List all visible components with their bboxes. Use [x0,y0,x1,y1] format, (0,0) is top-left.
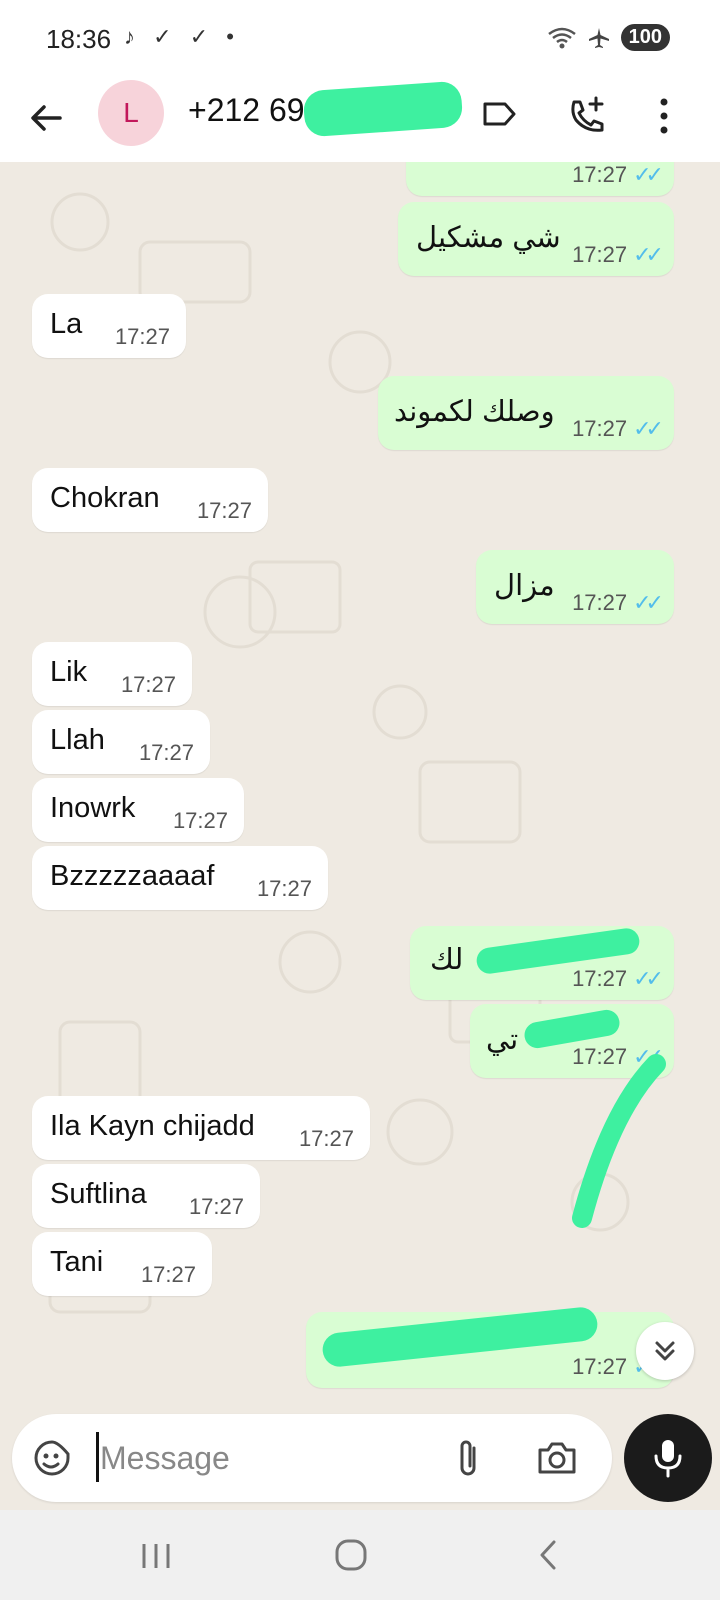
read-ticks-icon: ✓✓ [633,966,664,991]
message-time: 17:27 [298,1126,354,1151]
message-time: 17:27 [572,1354,628,1379]
avatar-letter: L [123,97,139,128]
message-text: Inowrk [50,792,136,824]
attach-icon[interactable] [454,1436,482,1480]
add-call-icon[interactable] [566,94,610,138]
recent-apps-icon[interactable] [138,1540,174,1572]
home-icon[interactable] [334,1538,368,1572]
camera-icon[interactable] [536,1438,578,1478]
outgoing-message[interactable]: شي مشكيل 17:27 ✓✓ [398,202,674,276]
double-chevron-down-icon [655,1341,675,1361]
chat-header: L +212 69 [0,80,720,162]
incoming-message[interactable]: Inowrk 17:27 [32,778,244,842]
scroll-to-bottom-button[interactable] [636,1322,694,1380]
read-ticks-icon: ✓✓ [633,242,664,267]
incoming-message[interactable]: La 17:27 [32,294,186,358]
incoming-message[interactable]: Bzzzzzaaaaf 17:27 [32,846,328,910]
check-icon: ✓ [153,24,178,49]
message-text: وصلك لكموند [394,396,555,428]
read-ticks-icon: ✓✓ [633,416,664,441]
message-text: Suftlina [50,1178,147,1210]
chat-area[interactable]: 17:27 ✓✓ شي مشكيل 17:27 ✓✓ La 17:27 وصلك ل… [0,162,720,1402]
tiktok-icon: ♪ [124,24,141,49]
sticker-icon[interactable] [32,1438,72,1478]
message-text: Bzzzzzaaaaf [50,860,215,892]
outgoing-message[interactable]: وصلك لكموند 17:27 ✓✓ [378,376,674,450]
message-composer [12,1414,612,1502]
message-time: 17:27 [572,242,628,267]
dot-icon: • [226,24,240,49]
message-text: Lik [50,656,88,688]
message-text: Llah [50,724,105,756]
message-time: 17:27 [140,1262,196,1287]
airplane-icon [588,27,609,48]
redaction-stroke [572,1054,666,1228]
message-text: Chokran [50,482,160,514]
incoming-message[interactable]: Lik 17:27 [32,642,192,706]
message-time: 17:27 [188,1194,244,1219]
message-time: 17:27 [572,416,628,441]
voice-record-button[interactable] [624,1414,712,1502]
system-nav-bar [0,1510,720,1600]
message-time: 17:27 [572,162,628,187]
read-ticks-icon: ✓✓ [633,162,664,187]
avatar[interactable]: L [98,80,164,146]
redaction-mark [302,80,464,138]
message-text: Tani [50,1246,104,1278]
microphone-icon [654,1440,682,1478]
message-text: Ila Kayn chijadd [50,1110,255,1142]
read-ticks-icon: ✓✓ [633,590,664,615]
message-time: 17:27 [138,740,194,765]
incoming-message[interactable]: Llah 17:27 [32,710,210,774]
message-text: مزال [494,570,555,602]
message-time: 17:27 [256,876,312,901]
back-arrow-icon[interactable] [26,98,66,138]
battery-badge: 100 [620,24,670,51]
label-icon[interactable] [480,94,520,134]
incoming-message[interactable]: Suftlina 17:27 [32,1164,260,1228]
status-time: 18:36 [46,24,112,54]
message-time: 17:27 [172,808,228,833]
message-text: La [50,308,83,340]
message-text: تي [486,1024,519,1056]
outgoing-message[interactable]: مزال 17:27 ✓✓ [476,550,674,624]
message-time: 17:27 [114,324,170,349]
message-input[interactable] [98,1434,442,1482]
message-text: شي مشكيل [416,222,561,254]
status-bar: 18:36 ♪ ✓ ✓ • 100 [0,0,720,80]
message-time: 17:27 [572,966,628,991]
wifi-icon [547,27,576,48]
back-nav-icon[interactable] [536,1538,560,1572]
more-options-icon[interactable] [654,94,674,138]
message-text: لك [430,944,464,976]
check-icon: ✓ [189,24,215,49]
message-time: 17:27 [572,590,628,615]
outgoing-message[interactable]: 17:27✓✓ [406,162,674,196]
incoming-message[interactable]: Ila Kayn chijadd 17:27 [32,1096,370,1160]
incoming-message[interactable]: Tani 17:27 [32,1232,212,1296]
contact-name[interactable]: +212 69 [188,92,305,129]
message-time: 17:27 [196,498,252,523]
incoming-message[interactable]: Chokran 17:27 [32,468,268,532]
message-time: 17:27 [120,672,176,697]
notification-icons: ♪ ✓ ✓ • [124,24,240,50]
